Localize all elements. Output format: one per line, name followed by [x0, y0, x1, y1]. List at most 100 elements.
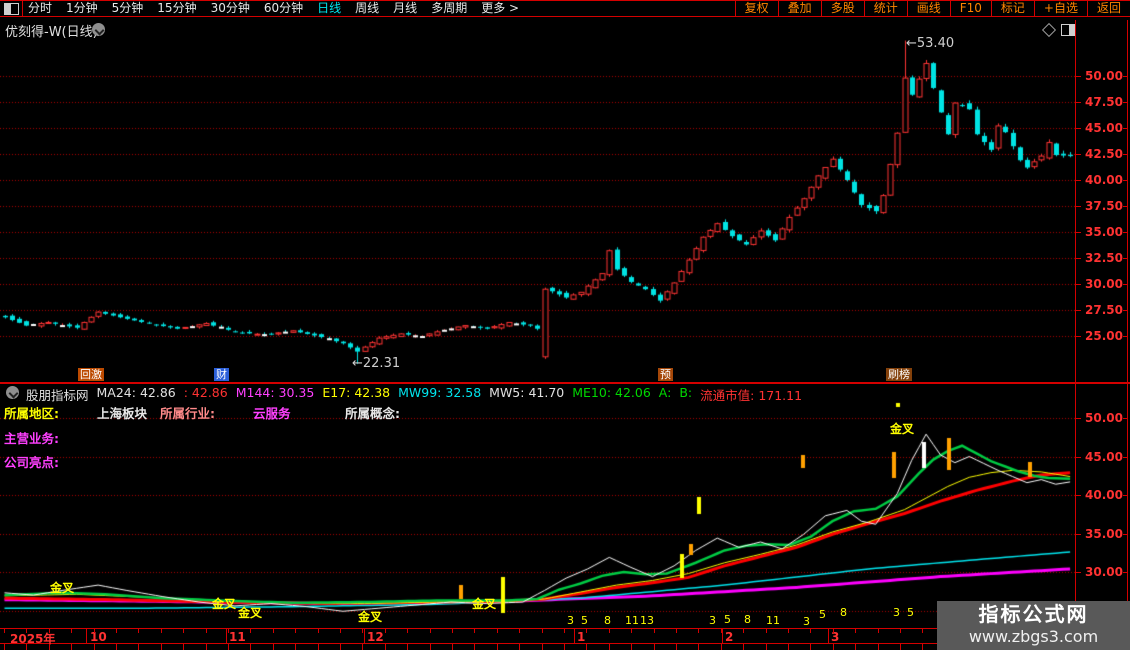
toolbar-button-返回[interactable]: 返回 [1086, 0, 1130, 17]
axis-tick [317, 644, 319, 650]
day-label: 11 [766, 614, 780, 627]
month-separator [86, 628, 87, 643]
low-annotation: ←22.31 [352, 356, 401, 371]
month-label-10: 10 [90, 630, 107, 644]
axis-tick [496, 629, 498, 633]
day-label: 11 [625, 614, 639, 627]
axis-tick [1075, 232, 1081, 233]
axis-tick [541, 644, 543, 650]
axis-tick [832, 629, 834, 633]
period-tab-更多 >[interactable]: 更多 > [481, 1, 519, 16]
event-badge-回激[interactable]: 回激 [78, 368, 104, 381]
toolbar-button-+自选[interactable]: +自选 [1033, 0, 1087, 17]
month-label-1: 1 [577, 630, 586, 644]
period-tab-日线[interactable]: 日线 [317, 1, 341, 16]
axis-tick [474, 644, 476, 650]
axis-tick [384, 644, 386, 650]
month-separator [226, 628, 227, 643]
day-label: 3 [567, 614, 574, 627]
axis-tick [765, 644, 767, 650]
month-label-2: 2 [725, 630, 734, 644]
axis-tick [48, 644, 50, 650]
day-label: 3 [709, 614, 716, 627]
period-tab-1分钟[interactable]: 1分钟 [66, 1, 98, 16]
axis-tick [1123, 102, 1128, 103]
period-toolbar: 分时 1分钟 5分钟 15分钟 30分钟 60分钟 日线 周线 月线 多周期 更多 > 复权 叠加 多股… [0, 0, 1130, 17]
period-tab-周线[interactable]: 周线 [355, 1, 379, 16]
toolbar-button-多股[interactable]: 多股 [820, 0, 864, 17]
business-label: 主营业务: [4, 431, 59, 446]
axis-tick [1075, 310, 1081, 311]
axis-tick [183, 644, 185, 650]
diamond-icon[interactable] [1041, 22, 1057, 38]
axis-tick [1123, 154, 1128, 155]
period-tab-60分钟[interactable]: 60分钟 [264, 1, 303, 16]
axis-tick [295, 644, 297, 650]
axis-tick [564, 644, 565, 650]
toolbar-button-画线[interactable]: 画线 [906, 0, 950, 17]
axis-tick [810, 644, 812, 650]
collapse-indicator-icon[interactable] [6, 386, 19, 399]
axis-tick [1123, 456, 1128, 458]
highlight-label: 公司亮点: [4, 455, 59, 470]
axis-tick [160, 629, 162, 633]
chevron-down-icon[interactable] [92, 23, 105, 36]
axis-tick [1075, 154, 1081, 155]
period-tab-15分钟[interactable]: 15分钟 [157, 1, 196, 16]
axis-tick [1075, 533, 1081, 535]
axis-tick [855, 629, 857, 633]
period-tab-月线[interactable]: 月线 [393, 1, 417, 16]
axis-tick [138, 629, 140, 633]
period-tab-多周期[interactable]: 多周期 [431, 1, 467, 16]
axis-tick [541, 629, 543, 633]
axis-tick [653, 629, 655, 633]
axis-tick [1123, 232, 1128, 233]
golden-cross-label: 金叉 [890, 422, 915, 436]
axis-tick [564, 629, 565, 633]
app-window: 分时 1分钟 5分钟 15分钟 30分钟 60分钟 日线 周线 月线 多周期 更多 > 复权 叠加 多股… [0, 0, 1130, 650]
event-badge-刷榜[interactable]: 刷榜 [886, 368, 912, 381]
axis-tick [1075, 206, 1081, 207]
toolbar-button-标记[interactable]: 标记 [990, 0, 1034, 17]
watermark: 指标公式网 www.zbgs3.com [937, 601, 1130, 650]
axis-tick [228, 644, 229, 650]
toolbar-button-统计[interactable]: 统计 [863, 0, 907, 17]
split-window-icon[interactable] [1061, 24, 1076, 36]
axis-tick [720, 629, 722, 633]
axis-tick [26, 629, 28, 633]
axis-tick [250, 629, 252, 633]
period-tab-分时[interactable]: 分时 [28, 1, 52, 16]
day-label: 5 [581, 614, 588, 627]
axis-tick [1123, 495, 1128, 496]
axis-tick [1123, 76, 1128, 77]
period-tab-5分钟[interactable]: 5分钟 [112, 1, 144, 16]
axis-tick [631, 629, 633, 633]
axis-tick [362, 644, 364, 650]
axis-tick [720, 644, 722, 650]
axis-tick [71, 629, 73, 633]
axis-tick [519, 629, 521, 633]
axis-tick [810, 629, 812, 633]
axis-tick [586, 644, 588, 650]
day-label: 8 [604, 614, 611, 627]
price-candlestick-chart[interactable] [0, 40, 1075, 370]
month-label-11: 11 [229, 630, 246, 644]
event-badge-财[interactable]: 财 [214, 368, 229, 381]
axis-tick [93, 644, 95, 650]
axis-tick [474, 629, 476, 633]
month-separator [828, 628, 829, 643]
layout-window-icon[interactable] [4, 3, 19, 15]
toolbar-button-叠加[interactable]: 叠加 [777, 0, 821, 17]
axis-tick [765, 629, 767, 633]
period-tab-30分钟[interactable]: 30分钟 [211, 1, 250, 16]
axis-tick [1075, 128, 1081, 129]
axis-tick [4, 644, 5, 650]
axis-tick [93, 629, 95, 633]
day-label: 5 [819, 608, 826, 621]
axis-tick [1075, 495, 1081, 496]
axis-tick [1075, 336, 1081, 337]
toolbar-button-F10[interactable]: F10 [949, 0, 991, 17]
golden-cross-label: 金叉 [212, 597, 237, 611]
toolbar-button-复权[interactable]: 复权 [734, 0, 778, 17]
event-badge-预[interactable]: 预 [658, 368, 673, 381]
